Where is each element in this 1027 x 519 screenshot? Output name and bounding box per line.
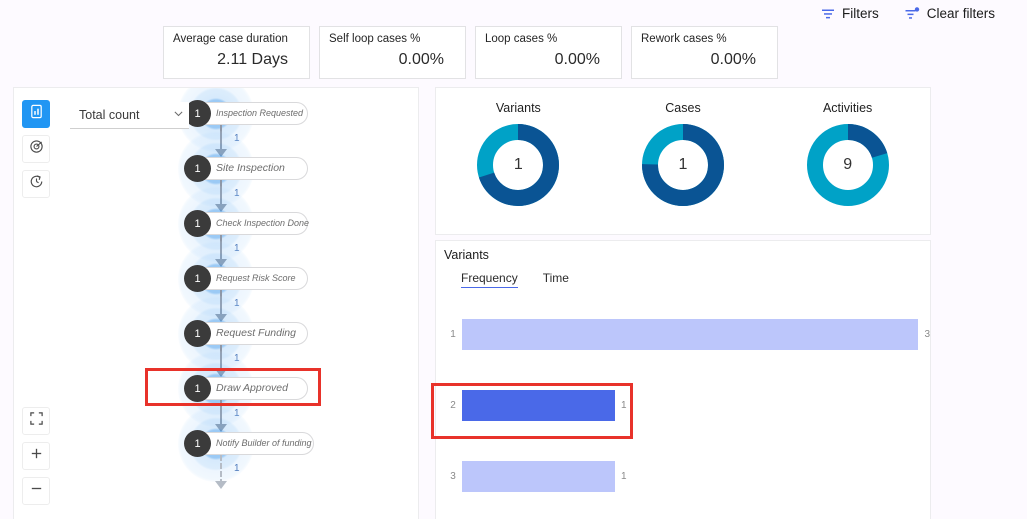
target-icon bbox=[29, 139, 44, 159]
variants-panel-title: Variants bbox=[444, 248, 489, 262]
node-count-badge: 1 bbox=[184, 265, 211, 292]
kpi-value: 0.00% bbox=[710, 51, 756, 68]
process-node[interactable]: 1 Notify Builder of funding bbox=[162, 406, 418, 482]
kpi-card-average-case-duration: Average case duration 2.11 Days bbox=[163, 26, 310, 79]
node-count-badge: 1 bbox=[184, 210, 211, 237]
donut-center-value: 9 bbox=[823, 141, 872, 189]
node-count-badge: 1 bbox=[184, 375, 211, 402]
zoom-in-icon bbox=[29, 446, 44, 466]
donut-title: Activities bbox=[822, 101, 873, 115]
variant-index: 1 bbox=[450, 328, 456, 340]
kpi-card-self-loop-cases: Self loop cases % 0.00% bbox=[319, 26, 466, 79]
clear-filter-icon bbox=[905, 6, 920, 21]
node-count-badge: 1 bbox=[184, 155, 211, 182]
donut-title: Variants bbox=[495, 101, 541, 115]
donut-chart: 9 bbox=[806, 124, 889, 206]
donut-activities: Activities 9 bbox=[783, 101, 913, 206]
process-node[interactable]: 1 Inspection Requested bbox=[162, 88, 418, 152]
node-label: Inspection Requested bbox=[216, 108, 304, 118]
clear-filters-button[interactable]: Clear filters bbox=[905, 6, 995, 21]
top-filter-bar: Filters Clear filters bbox=[0, 0, 1027, 27]
filters-button[interactable]: Filters bbox=[821, 6, 879, 21]
donut-center-value: 1 bbox=[658, 141, 707, 189]
node-count-badge: 1 bbox=[184, 320, 211, 347]
filter-icon bbox=[821, 7, 835, 21]
kpi-label: Rework cases % bbox=[641, 33, 727, 45]
clock-icon bbox=[29, 174, 44, 194]
variant-bar-value: 3 bbox=[924, 328, 930, 340]
kpi-label: Loop cases % bbox=[485, 33, 558, 45]
variant-bar-row[interactable]: 31 bbox=[444, 458, 930, 494]
process-graph-nodes: 1Inspection Requested11Site Inspection11… bbox=[162, 88, 418, 519]
clear-filters-label: Clear filters bbox=[926, 6, 995, 21]
metric-select[interactable]: Total count bbox=[70, 102, 189, 129]
variant-index: 3 bbox=[450, 470, 456, 482]
zoom-in-button[interactable] bbox=[22, 442, 50, 470]
donut-title: Cases bbox=[665, 101, 701, 115]
node-label: Request Funding bbox=[216, 327, 296, 339]
metric-select-value: Total count bbox=[79, 108, 140, 122]
donut-center-value: 1 bbox=[494, 141, 543, 189]
variant-bar-selected[interactable] bbox=[462, 389, 615, 421]
clock-tool-button[interactable] bbox=[22, 170, 50, 198]
variant-bar[interactable] bbox=[462, 460, 615, 492]
fullscreen-button[interactable] bbox=[22, 407, 50, 435]
variant-bar-row[interactable]: 13 bbox=[444, 316, 930, 352]
kpi-value: 0.00% bbox=[398, 51, 444, 68]
process-node[interactable]: 1 Draw Approved bbox=[162, 351, 418, 427]
process-edge-end-arrow bbox=[215, 481, 227, 489]
node-label: Notify Builder of funding bbox=[216, 438, 312, 448]
process-node[interactable]: 1 Site Inspection bbox=[162, 131, 418, 207]
process-edge-end-count: 1 bbox=[234, 463, 240, 474]
process-node[interactable]: 1 Request Risk Score bbox=[162, 241, 418, 317]
variant-bar[interactable] bbox=[462, 318, 919, 350]
variant-bar-value: 1 bbox=[621, 399, 627, 411]
process-tool-rail bbox=[22, 100, 50, 198]
kpi-card-rework-cases: Rework cases % 0.00% bbox=[631, 26, 778, 79]
variants-tab-list: Frequency Time bbox=[461, 271, 930, 288]
kpi-label: Average case duration bbox=[173, 33, 288, 45]
tab-time[interactable]: Time bbox=[543, 271, 569, 288]
zoom-out-icon bbox=[29, 481, 44, 501]
donut-cases: Cases 1 bbox=[618, 101, 748, 206]
node-label: Site Inspection bbox=[216, 162, 285, 174]
chevron-down-icon bbox=[172, 107, 185, 123]
variant-bar-row[interactable]: 21 bbox=[444, 387, 930, 423]
donut-chart: 1 bbox=[641, 124, 724, 206]
chart-icon bbox=[29, 104, 44, 124]
fullscreen-icon bbox=[29, 411, 44, 431]
process-graph[interactable]: 1Inspection Requested11Site Inspection11… bbox=[14, 88, 418, 519]
tab-frequency[interactable]: Frequency bbox=[461, 271, 518, 288]
process-map-panel: 1Inspection Requested11Site Inspection11… bbox=[13, 87, 419, 519]
kpi-value: 2.11 Days bbox=[217, 51, 288, 68]
node-label: Request Risk Score bbox=[216, 273, 296, 283]
variants-panel: Variants Frequency Time 132131 bbox=[435, 240, 931, 519]
donut-variants: Variants 1 bbox=[453, 101, 583, 206]
zoom-out-button[interactable] bbox=[22, 477, 50, 505]
variant-bar-value: 1 bbox=[621, 470, 627, 482]
donut-chart: 1 bbox=[477, 124, 560, 206]
node-count-badge: 1 bbox=[184, 430, 211, 457]
node-label: Draw Approved bbox=[216, 382, 288, 394]
node-label: Check Inspection Done bbox=[216, 218, 310, 228]
kpi-value: 0.00% bbox=[554, 51, 600, 68]
process-node[interactable]: 1 Request Funding bbox=[162, 296, 418, 372]
process-node[interactable]: 1 Check Inspection Done bbox=[162, 186, 418, 262]
kpi-card-loop-cases: Loop cases % 0.00% bbox=[475, 26, 622, 79]
variant-index: 2 bbox=[450, 399, 456, 411]
process-zoom-rail bbox=[22, 407, 50, 505]
target-tool-button[interactable] bbox=[22, 135, 50, 163]
kpi-label: Self loop cases % bbox=[329, 33, 421, 45]
summary-donut-card: Variants 1 Cases 1 Activities 9 bbox=[435, 87, 931, 235]
kpi-card-list: Average case duration 2.11 Days Self loo… bbox=[163, 26, 778, 79]
chart-tool-button[interactable] bbox=[22, 100, 50, 128]
filters-label: Filters bbox=[841, 6, 879, 21]
